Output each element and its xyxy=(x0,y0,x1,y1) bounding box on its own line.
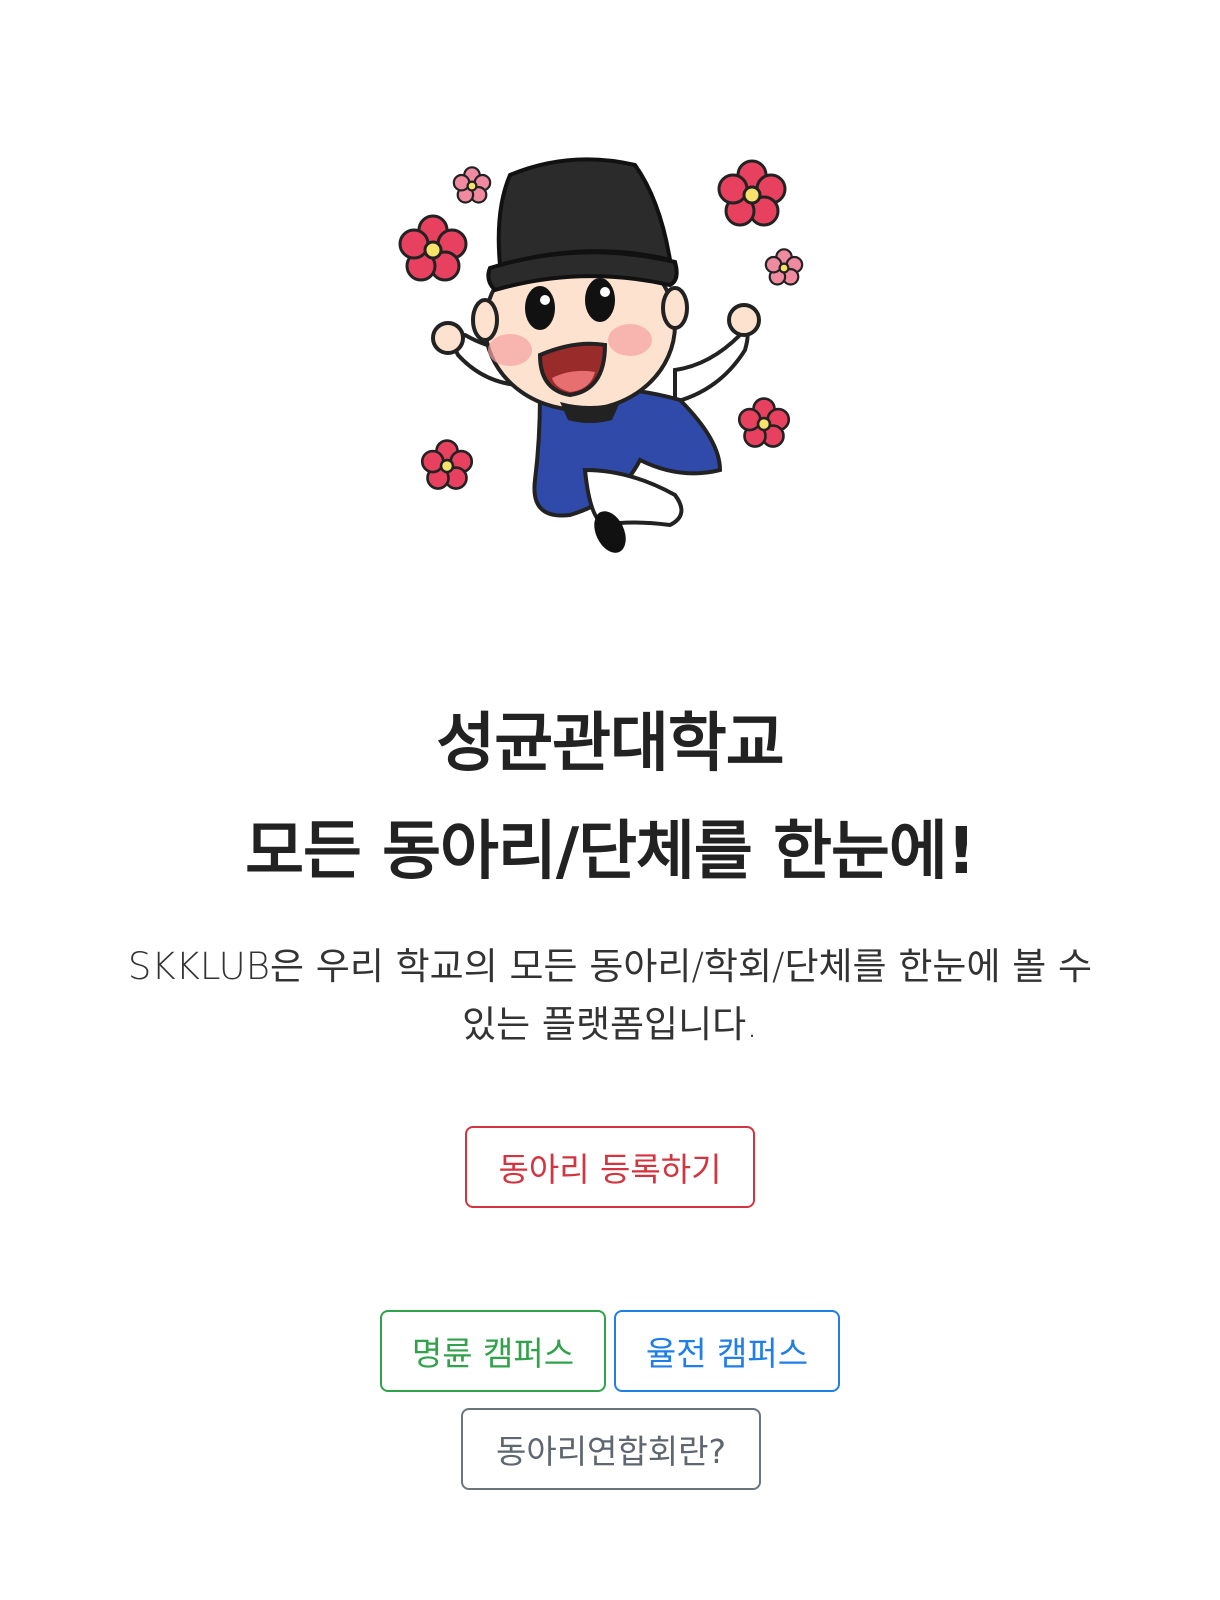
title-line-2: 모든 동아리/단체를 한눈에! xyxy=(245,815,976,889)
flower-icon xyxy=(398,214,468,282)
register-club-button-label: 동아리 등록하기 xyxy=(498,1150,722,1189)
flower-icon xyxy=(452,166,492,204)
flower-icon xyxy=(717,159,787,227)
club-union-info-button-label: 동아리연합회란? xyxy=(495,1432,727,1471)
mascot-illustration xyxy=(398,157,804,553)
register-club-button[interactable]: 동아리 등록하기 xyxy=(465,1126,755,1208)
flower-icon xyxy=(420,439,474,490)
myeongnyun-campus-button-label: 명륜 캠퍼스 xyxy=(411,1334,575,1373)
description-line-2: 있는 플랫폼입니다. xyxy=(462,1003,758,1046)
yuljeon-campus-button-label: 율전 캠퍼스 xyxy=(645,1334,809,1373)
landing-page: 성균관대학교 모든 동아리/단체를 한눈에! SKKLUB은 우리 학교의 모든… xyxy=(0,0,1220,1600)
description-line-1: SKKLUB은 우리 학교의 모든 동아리/학회/단체를 한눈에 볼 수 xyxy=(127,945,1093,988)
club-union-info-button[interactable]: 동아리연합회란? xyxy=(461,1408,761,1490)
title-line-1: 성균관대학교 xyxy=(436,707,784,781)
yuljeon-campus-button[interactable]: 율전 캠퍼스 xyxy=(614,1310,840,1392)
page-title: 성균관대학교 모든 동아리/단체를 한눈에! xyxy=(0,690,1220,906)
flower-icon xyxy=(764,248,804,286)
myeongnyun-campus-button[interactable]: 명륜 캠퍼스 xyxy=(380,1310,606,1392)
page-description: SKKLUB은 우리 학교의 모든 동아리/학회/단체를 한눈에 볼 수 있는 … xyxy=(60,938,1160,1054)
flower-icon xyxy=(737,397,791,448)
